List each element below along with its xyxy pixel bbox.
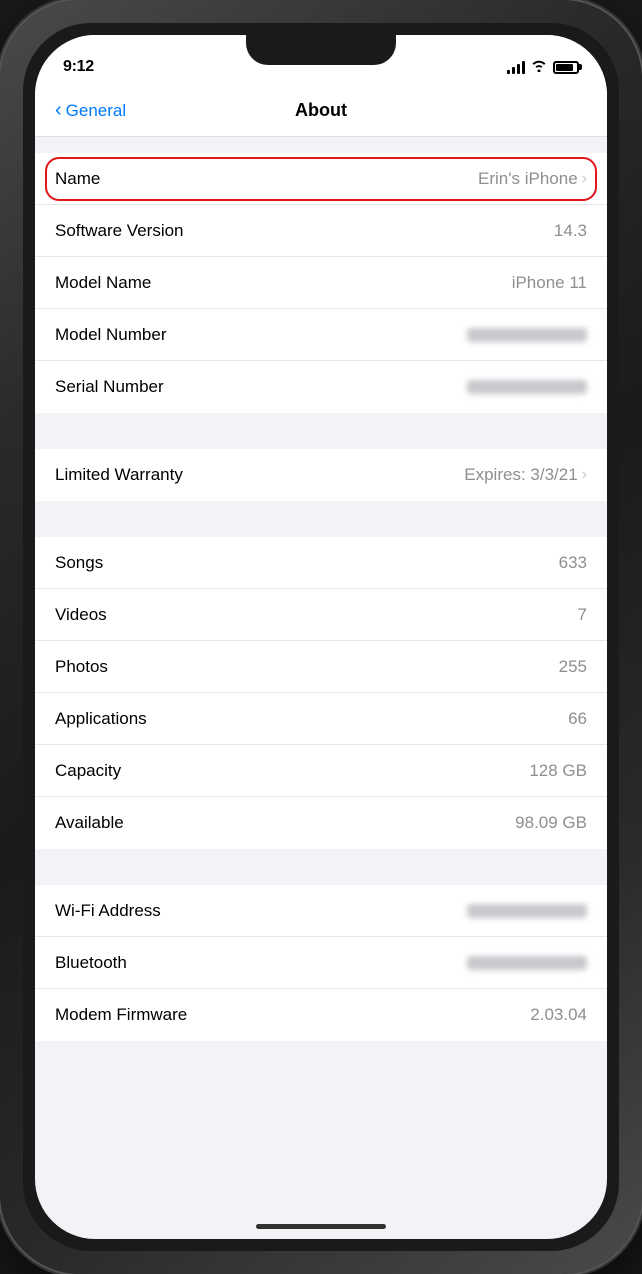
name-row[interactable]: Name Erin's iPhone › [35,153,607,205]
name-chevron-icon: › [582,170,587,188]
videos-value: 7 [578,605,587,625]
photos-label: Photos [55,657,108,677]
software-version-value: 14.3 [554,221,587,241]
section-gap-top [35,137,607,153]
section-gap-bottom [35,1041,607,1077]
model-number-row: Model Number [35,309,607,361]
songs-label: Songs [55,553,103,573]
songs-value: 633 [559,553,587,573]
signal-bar-3 [517,64,520,74]
model-number-value [467,328,587,342]
back-button[interactable]: ‹ General [55,101,126,121]
settings-group-1: Name Erin's iPhone › Software Version 14… [35,153,607,413]
name-value: Erin's iPhone [478,169,578,189]
notch [246,35,396,65]
model-name-row: Model Name iPhone 11 [35,257,607,309]
available-row: Available 98.09 GB [35,797,607,849]
settings-group-3: Songs 633 Videos 7 Photos 255 Applicatio… [35,537,607,849]
settings-group-4: Wi-Fi Address Bluetooth Modem Firmware 2… [35,885,607,1041]
name-row-wrapper: Name Erin's iPhone › [35,153,607,205]
modem-firmware-value: 2.03.04 [530,1005,587,1025]
capacity-value: 128 GB [529,761,587,781]
signal-bar-2 [512,67,515,74]
limited-warranty-value: Expires: 3/3/21 [464,465,577,485]
settings-content: Name Erin's iPhone › Software Version 14… [35,137,607,1209]
serial-number-value [467,380,587,394]
videos-row: Videos 7 [35,589,607,641]
modem-firmware-label: Modem Firmware [55,1005,187,1025]
home-indicator [256,1224,386,1229]
limited-warranty-row[interactable]: Limited Warranty Expires: 3/3/21 › [35,449,607,501]
serial-number-label: Serial Number [55,377,164,397]
wifi-address-label: Wi-Fi Address [55,901,161,921]
songs-row: Songs 633 [35,537,607,589]
nav-bar: ‹ General About [35,85,607,137]
software-version-label: Software Version [55,221,184,241]
bluetooth-row: Bluetooth [35,937,607,989]
back-label: General [66,101,126,121]
settings-group-2: Limited Warranty Expires: 3/3/21 › [35,449,607,501]
battery-fill [556,64,573,71]
capacity-label: Capacity [55,761,121,781]
phone-inner: 9:12 [23,23,619,1251]
serial-number-row: Serial Number [35,361,607,413]
photos-value: 255 [559,657,587,677]
bluetooth-label: Bluetooth [55,953,127,973]
modem-firmware-row: Modem Firmware 2.03.04 [35,989,607,1041]
wifi-address-row: Wi-Fi Address [35,885,607,937]
wifi-icon [531,59,547,75]
capacity-row: Capacity 128 GB [35,745,607,797]
section-gap-2 [35,413,607,449]
name-value-group: Erin's iPhone › [478,169,587,189]
model-name-label: Model Name [55,273,151,293]
signal-bar-4 [522,61,525,74]
section-gap-3 [35,501,607,537]
model-name-value: iPhone 11 [512,273,587,293]
phone-frame: 9:12 [0,0,642,1274]
model-number-label: Model Number [55,325,167,345]
wifi-address-value [467,904,587,918]
name-label: Name [55,169,100,189]
screen: 9:12 [35,35,607,1239]
page-title: About [295,100,347,121]
photos-row: Photos 255 [35,641,607,693]
section-gap-4 [35,849,607,885]
warranty-chevron-icon: › [582,466,587,484]
videos-label: Videos [55,605,107,625]
signal-bars-icon [507,60,525,74]
applications-value: 66 [568,709,587,729]
limited-warranty-label: Limited Warranty [55,465,183,485]
warranty-value-group: Expires: 3/3/21 › [464,465,587,485]
signal-bar-1 [507,70,510,74]
applications-label: Applications [55,709,147,729]
status-icons [507,59,579,75]
available-label: Available [55,813,124,833]
applications-row: Applications 66 [35,693,607,745]
battery-icon [553,61,579,74]
status-bar: 9:12 [35,35,607,85]
bluetooth-value [467,956,587,970]
back-chevron-icon: ‹ [55,100,62,120]
available-value: 98.09 GB [515,813,587,833]
status-time: 9:12 [63,58,94,76]
software-version-row: Software Version 14.3 [35,205,607,257]
